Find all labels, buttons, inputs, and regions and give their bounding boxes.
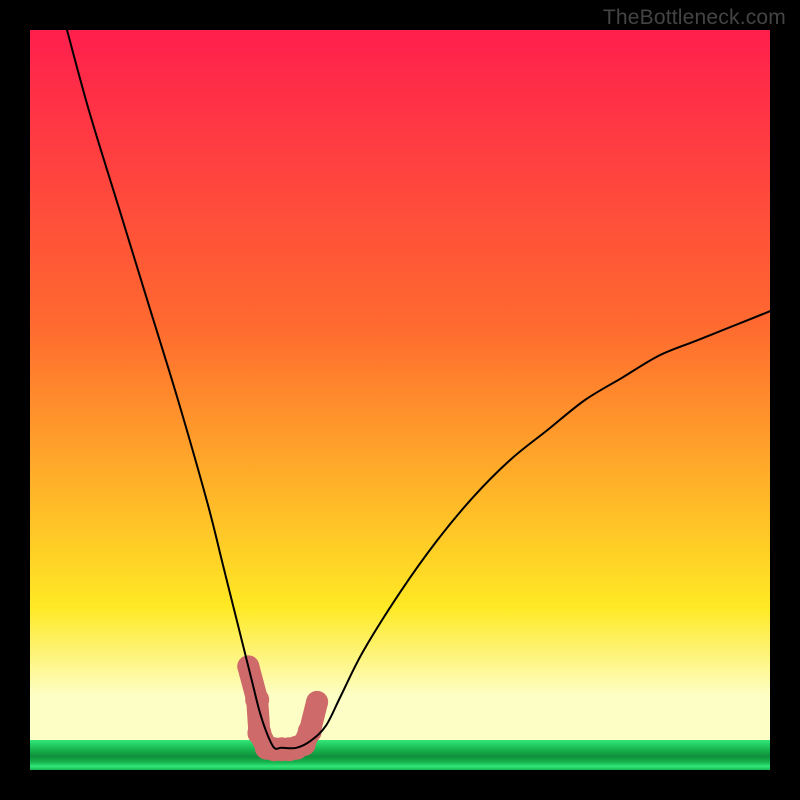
efficiency-green-band	[30, 740, 770, 770]
watermark-text: TheBottleneck.com	[603, 6, 786, 30]
chart-container: TheBottleneck.com	[0, 0, 800, 800]
background-gradient	[30, 30, 770, 770]
efficiency-light-band	[30, 696, 770, 740]
plot-area	[30, 30, 770, 770]
